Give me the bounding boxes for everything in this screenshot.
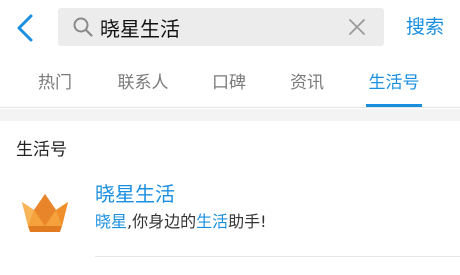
active-tab-indicator xyxy=(366,104,422,107)
category-tabs: 热门 联系人 口碑 资讯 生活号 xyxy=(0,58,460,108)
section-title: 生活号 xyxy=(16,140,67,160)
description-text-1: ,你身边的 xyxy=(127,212,197,231)
search-button[interactable]: 搜索 xyxy=(398,10,452,44)
tab-reviews[interactable]: 口碑 xyxy=(200,58,258,108)
search-icon xyxy=(72,16,94,38)
section-separator xyxy=(0,109,460,121)
crown-logo-icon xyxy=(16,180,74,238)
tab-news[interactable]: 资讯 xyxy=(278,58,336,108)
description-highlight-1: 晓星 xyxy=(95,212,128,231)
back-arrow-icon[interactable] xyxy=(12,12,40,44)
result-item[interactable]: 晓星生活 晓星,你身边的生活助手! xyxy=(0,170,460,260)
search-input[interactable] xyxy=(100,12,340,42)
search-bar[interactable] xyxy=(58,8,384,46)
description-text-2: 助手! xyxy=(228,212,267,231)
tab-hot[interactable]: 热门 xyxy=(26,58,84,108)
description-highlight-2: 生活 xyxy=(196,212,229,231)
clear-icon[interactable] xyxy=(347,17,367,37)
result-divider xyxy=(95,256,460,257)
tab-contacts[interactable]: 联系人 xyxy=(108,58,178,108)
top-bar: 搜索 xyxy=(0,0,460,58)
result-description: 晓星,你身边的生活助手! xyxy=(95,208,267,232)
result-title: 晓星生活 xyxy=(95,182,175,206)
tab-life-account[interactable]: 生活号 xyxy=(360,58,428,108)
